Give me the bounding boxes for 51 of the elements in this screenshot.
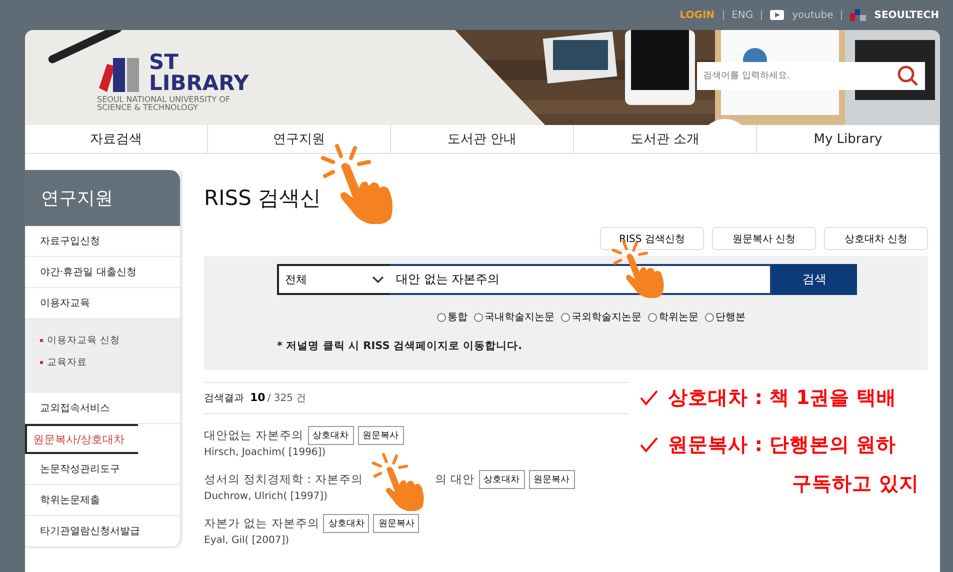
radio-label: 국내학술지논문 (484, 311, 554, 324)
result-title[interactable]: 성서의 정치경제학 : 자본주의 (204, 472, 363, 487)
search-button[interactable]: 검색 (772, 264, 857, 295)
radio-label: 단행본 (716, 311, 746, 324)
results-total: / 325 건 (267, 392, 306, 405)
sidebar-item[interactable]: 자료구입신청 (25, 226, 180, 257)
annotation-text: 원문복사 : 단행본의 원하 (668, 432, 896, 458)
annotation-text: 구독하고 있지 (792, 471, 919, 497)
nav-tab[interactable]: 자료검색 (25, 125, 208, 153)
result-author: Eyal, Gil( [2007]) (204, 535, 290, 546)
radio-label: 학위논문 (658, 311, 698, 324)
sidebar-subitem[interactable]: 이용자교육 신청 (40, 329, 180, 351)
tag-button[interactable]: 원문복사 (358, 426, 404, 445)
sidebar-item[interactable]: 원문복사/상호대차 (25, 424, 138, 454)
sidebar-item[interactable]: 야간·휴관일 대출신청 (25, 257, 180, 288)
action-button[interactable]: 원문복사 신청 (712, 227, 816, 250)
sidebar-item[interactable]: 논문작성관리도구 (25, 454, 180, 485)
results-count: 10 (250, 391, 266, 404)
results-label: 검색결과 (204, 392, 244, 405)
tag-button[interactable]: 상호대차 (308, 426, 354, 445)
search-field[interactable]: 대안 없는 자본주의 (390, 264, 772, 295)
result-title[interactable]: 의 대안 (434, 472, 474, 487)
nav-tab[interactable]: 연구지원 (208, 125, 391, 153)
logo-subtitle: SEOUL NATIONAL UNIVERSITY OF SCIENCE & TECHNOLOGY (97, 96, 232, 112)
logo-mark: ST (149, 52, 180, 73)
result-author: Hirsch, Joachim( [1996]) (204, 447, 327, 458)
tag-button[interactable]: 원문복사 (373, 514, 420, 533)
logo-name: LIBRARY (149, 73, 249, 94)
result-title[interactable]: 대안없는 자본주의 (204, 428, 304, 443)
nav-tab[interactable]: 도서관 소개 (574, 125, 757, 153)
tag-button[interactable]: 상호대차 (478, 470, 524, 489)
action-button[interactable]: RISS 검색신청 (600, 227, 704, 250)
tag-button[interactable]: 원문복사 (528, 470, 574, 489)
top-link[interactable]: SEOULTECH (874, 10, 939, 20)
radio-label: 국외학술지논문 (572, 311, 642, 324)
annotation-text: 상호대차 : 책 1권을 택배 (668, 385, 897, 411)
nav-tab[interactable]: 도서관 안내 (391, 125, 574, 153)
scope-select[interactable]: 전체 (277, 264, 390, 295)
nav-tab[interactable]: My Library (757, 125, 940, 153)
page-title: RISS 검색신 (204, 185, 322, 212)
sidebar-item[interactable]: 학위논문제출 (25, 485, 180, 516)
result-author: Duchrow, Ulrich( [1997]) (204, 491, 328, 502)
sidebar-item[interactable]: 타기관열람신청서발급 (25, 516, 180, 547)
note-text: * 저널명 클릭 시 RISS 검색페이지로 이동합니다. (277, 339, 524, 353)
sidebar-title: 연구지원 (25, 170, 180, 226)
sidebar-subitem[interactable]: 교육자료 (40, 351, 180, 373)
banner-search-field[interactable]: 검색어를 입력하세요. (697, 62, 925, 90)
tag-button[interactable]: 상호대차 (323, 514, 370, 533)
result-title[interactable]: 자본가 없는 자본주의 (204, 516, 320, 531)
radio-label: 통합 (448, 311, 468, 324)
action-button[interactable]: 상호대차 신청 (824, 227, 928, 250)
